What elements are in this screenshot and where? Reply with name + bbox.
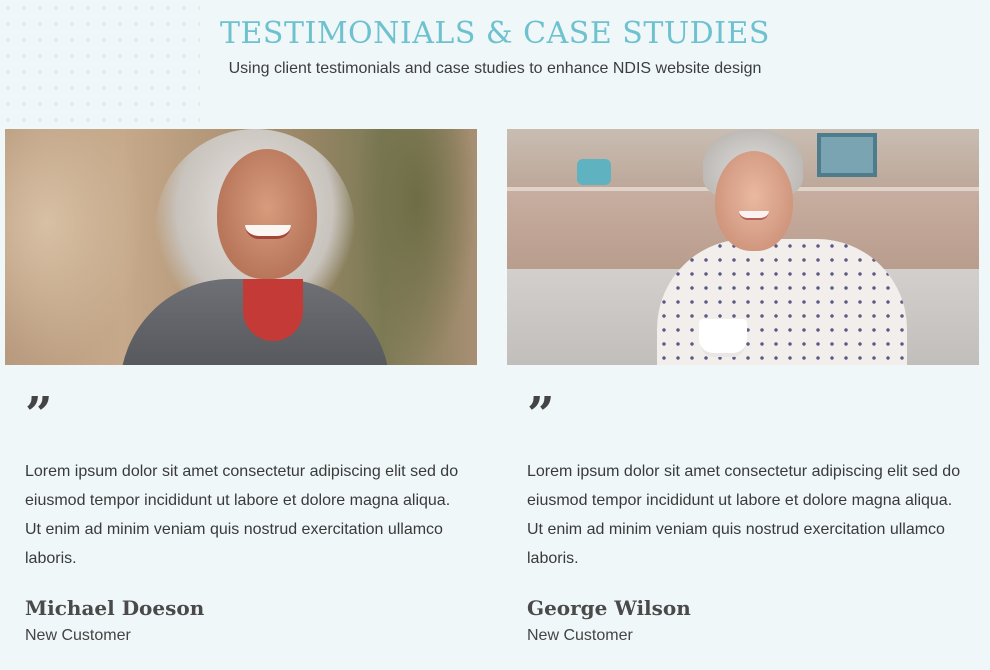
quote-icon: ” [25, 387, 53, 443]
testimonial-author-name: George Wilson [527, 596, 691, 620]
testimonial-text: Lorem ipsum dolor sit amet consectetur a… [25, 463, 459, 567]
testimonial-author-name: Michael Doeson [25, 596, 205, 620]
testimonial-photo [5, 129, 477, 365]
testimonial-photo [507, 129, 979, 365]
testimonial-card: ” Lorem ipsum dolor sit amet consectetur… [5, 129, 477, 645]
testimonial-card: ” Lorem ipsum dolor sit amet consectetur… [507, 129, 979, 645]
quote-icon: ” [527, 387, 555, 443]
section-title: TESTIMONIALS & CASE STUDIES [220, 16, 770, 51]
section-subtitle: Using client testimonials and case studi… [228, 60, 762, 77]
section-header: TESTIMONIALS & CASE STUDIES Using client… [0, 16, 990, 78]
testimonial-author-role: New Customer [25, 627, 131, 644]
testimonial-text: Lorem ipsum dolor sit amet consectetur a… [527, 463, 961, 567]
testimonial-author-role: New Customer [527, 627, 633, 644]
